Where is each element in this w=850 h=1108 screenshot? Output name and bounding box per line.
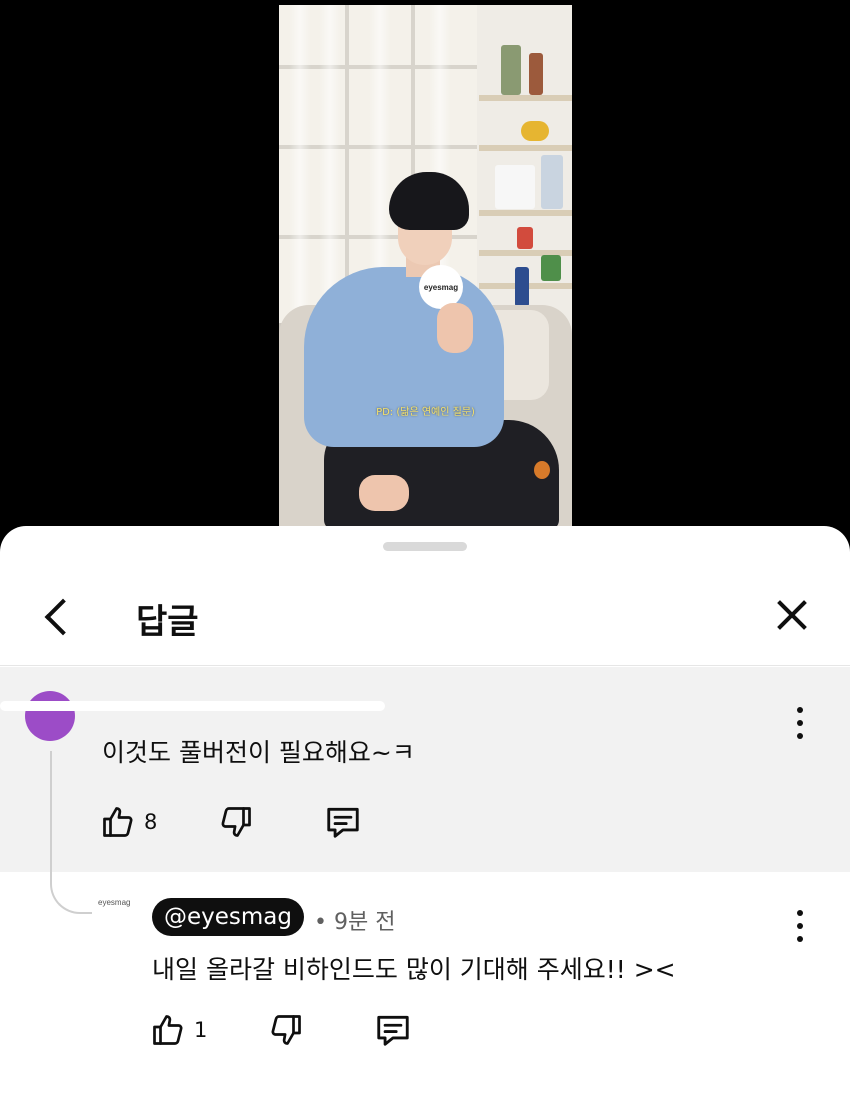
sheet-drag-handle[interactable]	[383, 542, 467, 551]
like-count: 8	[144, 810, 158, 834]
like-button[interactable]: 8	[100, 802, 157, 842]
comment-text: 이것도 풀버전이 필요해요~ㅋ	[102, 738, 415, 767]
sheet-title: 답글	[136, 602, 199, 642]
more-vert-icon[interactable]	[790, 908, 810, 948]
dislike-button[interactable]	[218, 802, 254, 842]
chevron-left-icon[interactable]	[36, 590, 80, 642]
like-button[interactable]: 1	[150, 1010, 207, 1050]
thumb-up-icon	[103, 807, 133, 837]
replies-sheet: 답글 이것도 풀버전이 필요해요~ㅋ 8 eyesmag @eyesmag • …	[0, 526, 850, 1108]
redacted-author	[0, 701, 385, 711]
reply-button[interactable]	[324, 802, 362, 842]
thread-curve	[50, 872, 92, 914]
comment-time: 9분 전	[333, 910, 396, 935]
like-count: 1	[194, 1018, 208, 1042]
parent-comment: 이것도 풀버전이 필요해요~ㅋ 8	[0, 667, 850, 981]
comment-text: 내일 올라갈 비하인드도 많이 기대해 주세요!! ><	[152, 955, 676, 984]
comment-meta: • 9분 전	[314, 904, 395, 936]
flower-decoration	[534, 461, 550, 479]
thumb-down-icon	[221, 807, 251, 837]
reply-comment: eyesmag @eyesmag • 9분 전 내일 올라갈 비하인드도 많이 …	[0, 872, 850, 1108]
person-sweater	[304, 267, 504, 447]
channel-handle[interactable]: @eyesmag	[152, 898, 304, 936]
thumb-up-icon	[153, 1015, 183, 1045]
meta-separator: •	[314, 910, 327, 935]
video-player[interactable]: eyesmag PD: (닮은 연예인 질문)	[279, 5, 572, 526]
close-icon[interactable]	[770, 594, 814, 638]
dislike-button[interactable]	[268, 1010, 304, 1050]
comment-icon	[377, 1015, 409, 1046]
reply-button[interactable]	[374, 1010, 412, 1050]
app-root: eyesmag PD: (닮은 연예인 질문) 답글 이것도 풀버전이 필요해요…	[0, 0, 850, 1108]
video-caption: PD: (닮은 연예인 질문)	[376, 407, 475, 418]
sheet-header: 답글	[0, 566, 850, 666]
avatar[interactable]	[25, 691, 75, 741]
avatar[interactable]: eyesmag	[98, 898, 138, 918]
more-vert-icon[interactable]	[790, 705, 810, 745]
comment-icon	[327, 807, 359, 838]
thumb-down-icon	[271, 1015, 301, 1045]
